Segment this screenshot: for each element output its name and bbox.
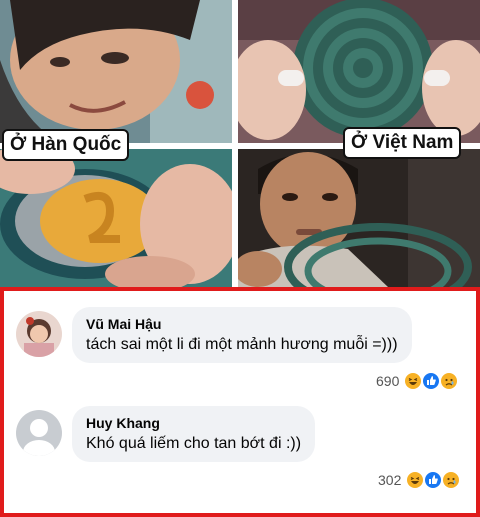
caption-vietnam: Ở Việt Nam <box>343 127 462 159</box>
comment-bubble: Vũ Mai Hậu tách sai một li đi một mảnh h… <box>72 307 412 363</box>
comment-text: tách sai một li đi một mảnh hương muỗi =… <box>86 336 398 353</box>
like-icon <box>425 472 442 488</box>
haha-icon <box>407 472 424 488</box>
comment-bubble: Huy Khang Khó quá liếm cho tan bớt đi :)… <box>72 406 316 462</box>
photo-young-man <box>238 149 480 287</box>
commenter-name[interactable]: Vũ Mai Hậu <box>86 316 398 332</box>
reaction-summary[interactable]: 690 <box>376 373 458 389</box>
reaction-summary[interactable]: 302 <box>378 472 460 488</box>
sad-icon <box>441 373 458 389</box>
reaction-count: 690 <box>376 373 400 389</box>
reaction-count: 302 <box>378 472 402 488</box>
commenter-name[interactable]: Huy Khang <box>86 415 301 431</box>
comments-section: Vũ Mai Hậu tách sai một li đi một mảnh h… <box>0 287 480 517</box>
caption-korea: Ở Hàn Quốc <box>2 129 130 161</box>
photo-mosquito-coil <box>238 0 480 143</box>
photo-dalgona-candy <box>0 149 232 287</box>
comment-text: Khó quá liếm cho tan bớt đi :)) <box>86 435 302 452</box>
like-icon <box>423 373 440 389</box>
sad-icon <box>443 472 460 488</box>
meme-image: Ở Hàn Quốc Ở Việt Nam <box>0 0 480 287</box>
photo-korea-face <box>0 0 232 143</box>
haha-icon <box>405 373 422 389</box>
avatar[interactable] <box>16 311 62 357</box>
avatar[interactable] <box>16 410 62 456</box>
